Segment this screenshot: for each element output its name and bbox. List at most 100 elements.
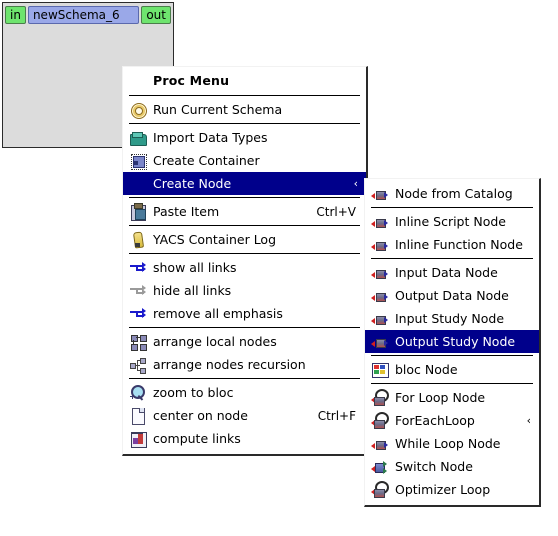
menu-item-label: YACS Container Log: [153, 232, 277, 247]
menu-item-remove-all-emphasis[interactable]: remove all emphasis: [123, 302, 366, 325]
submenu-item-optimizer-loop[interactable]: Optimizer Loop: [365, 478, 539, 501]
menu-item-run-current-schema[interactable]: Run Current Schema: [123, 98, 366, 121]
folder-icon: [129, 129, 147, 147]
menu-item-hide-all-links[interactable]: hide all links: [123, 279, 366, 302]
link-arrow-icon: [129, 259, 147, 277]
magnifier-icon: [129, 384, 147, 402]
menu-item-label: Input Data Node: [395, 265, 498, 280]
menu-item-label: Import Data Types: [153, 130, 268, 145]
node-icon: [371, 264, 389, 282]
tree-nodes-icon: [129, 356, 147, 374]
node-icon: [371, 287, 389, 305]
proc-context-menu[interactable]: Proc Menu Run Current Schema Import Data …: [122, 66, 368, 456]
create-node-submenu[interactable]: Node from Catalog Inline Script Node Inlin…: [364, 178, 541, 507]
menu-item-label: show all links: [153, 260, 237, 275]
menu-item-label: Inline Function Node: [395, 237, 523, 252]
submenu-item-node-from-catalog[interactable]: Node from Catalog: [365, 182, 539, 205]
menu-separator: [371, 383, 533, 384]
loop-icon: [371, 480, 389, 499]
menu-item-label: Switch Node: [395, 459, 473, 474]
node-icon: [371, 435, 389, 453]
menu-separator: [129, 378, 360, 379]
node-icon: [371, 213, 389, 231]
menu-separator: [371, 258, 533, 259]
submenu-arrow-icon: ‹: [526, 414, 531, 427]
grid-squares-icon: [129, 333, 147, 351]
node-icon: [371, 185, 389, 203]
container-icon: [129, 152, 147, 170]
menu-item-label: Output Data Node: [395, 288, 509, 303]
menu-item-label: Paste Item: [153, 204, 220, 219]
submenu-item-output-data-node[interactable]: Output Data Node: [365, 284, 539, 307]
schema-node-header: in newSchema_6 out: [3, 3, 173, 25]
menu-separator: [129, 123, 360, 124]
menu-item-label: hide all links: [153, 283, 232, 298]
menu-item-arrange-nodes-recursion[interactable]: arrange nodes recursion: [123, 353, 366, 376]
node-in-port[interactable]: in: [5, 6, 26, 24]
menu-item-yacs-container-log[interactable]: YACS Container Log: [123, 228, 366, 251]
menu-item-arrange-local-nodes[interactable]: arrange local nodes: [123, 330, 366, 353]
menu-item-label: center on node: [153, 408, 248, 423]
page-icon: [129, 407, 147, 425]
menu-item-label: Create Container: [153, 153, 260, 168]
menu-item-label: Input Study Node: [395, 311, 505, 326]
submenu-item-input-study-node[interactable]: Input Study Node: [365, 307, 539, 330]
menu-item-center-on-node[interactable]: center on node Ctrl+F: [123, 404, 366, 427]
submenu-item-switch-node[interactable]: Switch Node: [365, 455, 539, 478]
menu-separator: [129, 197, 360, 198]
menu-item-label: bloc Node: [395, 362, 458, 377]
menu-item-label: arrange local nodes: [153, 334, 277, 349]
submenu-item-inline-function-node[interactable]: Inline Function Node: [365, 233, 539, 256]
submenu-item-input-data-node[interactable]: Input Data Node: [365, 261, 539, 284]
menu-item-label: zoom to bloc: [153, 385, 234, 400]
menu-item-label: Create Node: [153, 176, 232, 191]
submenu-item-output-study-node[interactable]: Output Study Node: [365, 330, 539, 353]
menu-item-paste-item[interactable]: Paste Item Ctrl+V: [123, 200, 366, 223]
gear-icon: [129, 101, 147, 119]
menu-item-label: While Loop Node: [395, 436, 501, 451]
submenu-item-inline-script-node[interactable]: Inline Script Node: [365, 210, 539, 233]
pencil-icon: [129, 230, 147, 249]
bloc-icon: [371, 361, 389, 379]
node-title-label[interactable]: newSchema_6: [27, 6, 140, 24]
clipboard-icon: [129, 202, 147, 221]
menu-item-shortcut: Ctrl+F: [317, 408, 356, 423]
menu-item-label: compute links: [153, 431, 241, 446]
menu-separator: [371, 355, 533, 356]
proc-menu-title: Proc Menu: [153, 73, 230, 88]
menu-separator: [129, 327, 360, 328]
loop-icon: [371, 388, 389, 407]
submenu-item-for-loop-node[interactable]: For Loop Node: [365, 386, 539, 409]
menu-item-label: arrange nodes recursion: [153, 357, 306, 372]
create-node-submenu-items: Node from Catalog Inline Script Node Inlin…: [365, 182, 539, 501]
submenu-arrow-icon: ‹: [353, 177, 358, 190]
menu-item-label: Node from Catalog: [395, 186, 513, 201]
loop-icon: [371, 411, 389, 430]
menu-item-label: For Loop Node: [395, 390, 486, 405]
submenu-item-foreachloop[interactable]: ForEachLoop ‹: [365, 409, 539, 432]
submenu-item-while-loop-node[interactable]: While Loop Node: [365, 432, 539, 455]
menu-separator: [371, 207, 533, 208]
link-arrow-icon: [129, 305, 147, 323]
menu-item-import-data-types[interactable]: Import Data Types: [123, 126, 366, 149]
switch-icon: [371, 458, 389, 476]
menu-item-label: Optimizer Loop: [395, 482, 491, 497]
link-arrow-grey-icon: [129, 282, 147, 300]
menu-item-create-node[interactable]: Create Node ‹: [123, 172, 366, 195]
node-icon: [371, 236, 389, 254]
node-out-port[interactable]: out: [141, 6, 171, 24]
none-icon: [129, 175, 147, 193]
submenu-item-bloc-node[interactable]: bloc Node: [365, 358, 539, 381]
menu-item-shortcut: Ctrl+V: [316, 204, 356, 219]
menu-item-label: ForEachLoop: [395, 413, 475, 428]
chart-icon: [129, 430, 147, 448]
menu-item-compute-links[interactable]: compute links: [123, 427, 366, 450]
node-icon: [371, 310, 389, 328]
menu-item-create-container[interactable]: Create Container: [123, 149, 366, 172]
menu-item-label: Inline Script Node: [395, 214, 506, 229]
menu-separator: [129, 95, 360, 96]
menu-item-label: remove all emphasis: [153, 306, 283, 321]
menu-item-show-all-links[interactable]: show all links: [123, 256, 366, 279]
menu-separator: [129, 253, 360, 254]
menu-item-zoom-to-bloc[interactable]: zoom to bloc: [123, 381, 366, 404]
